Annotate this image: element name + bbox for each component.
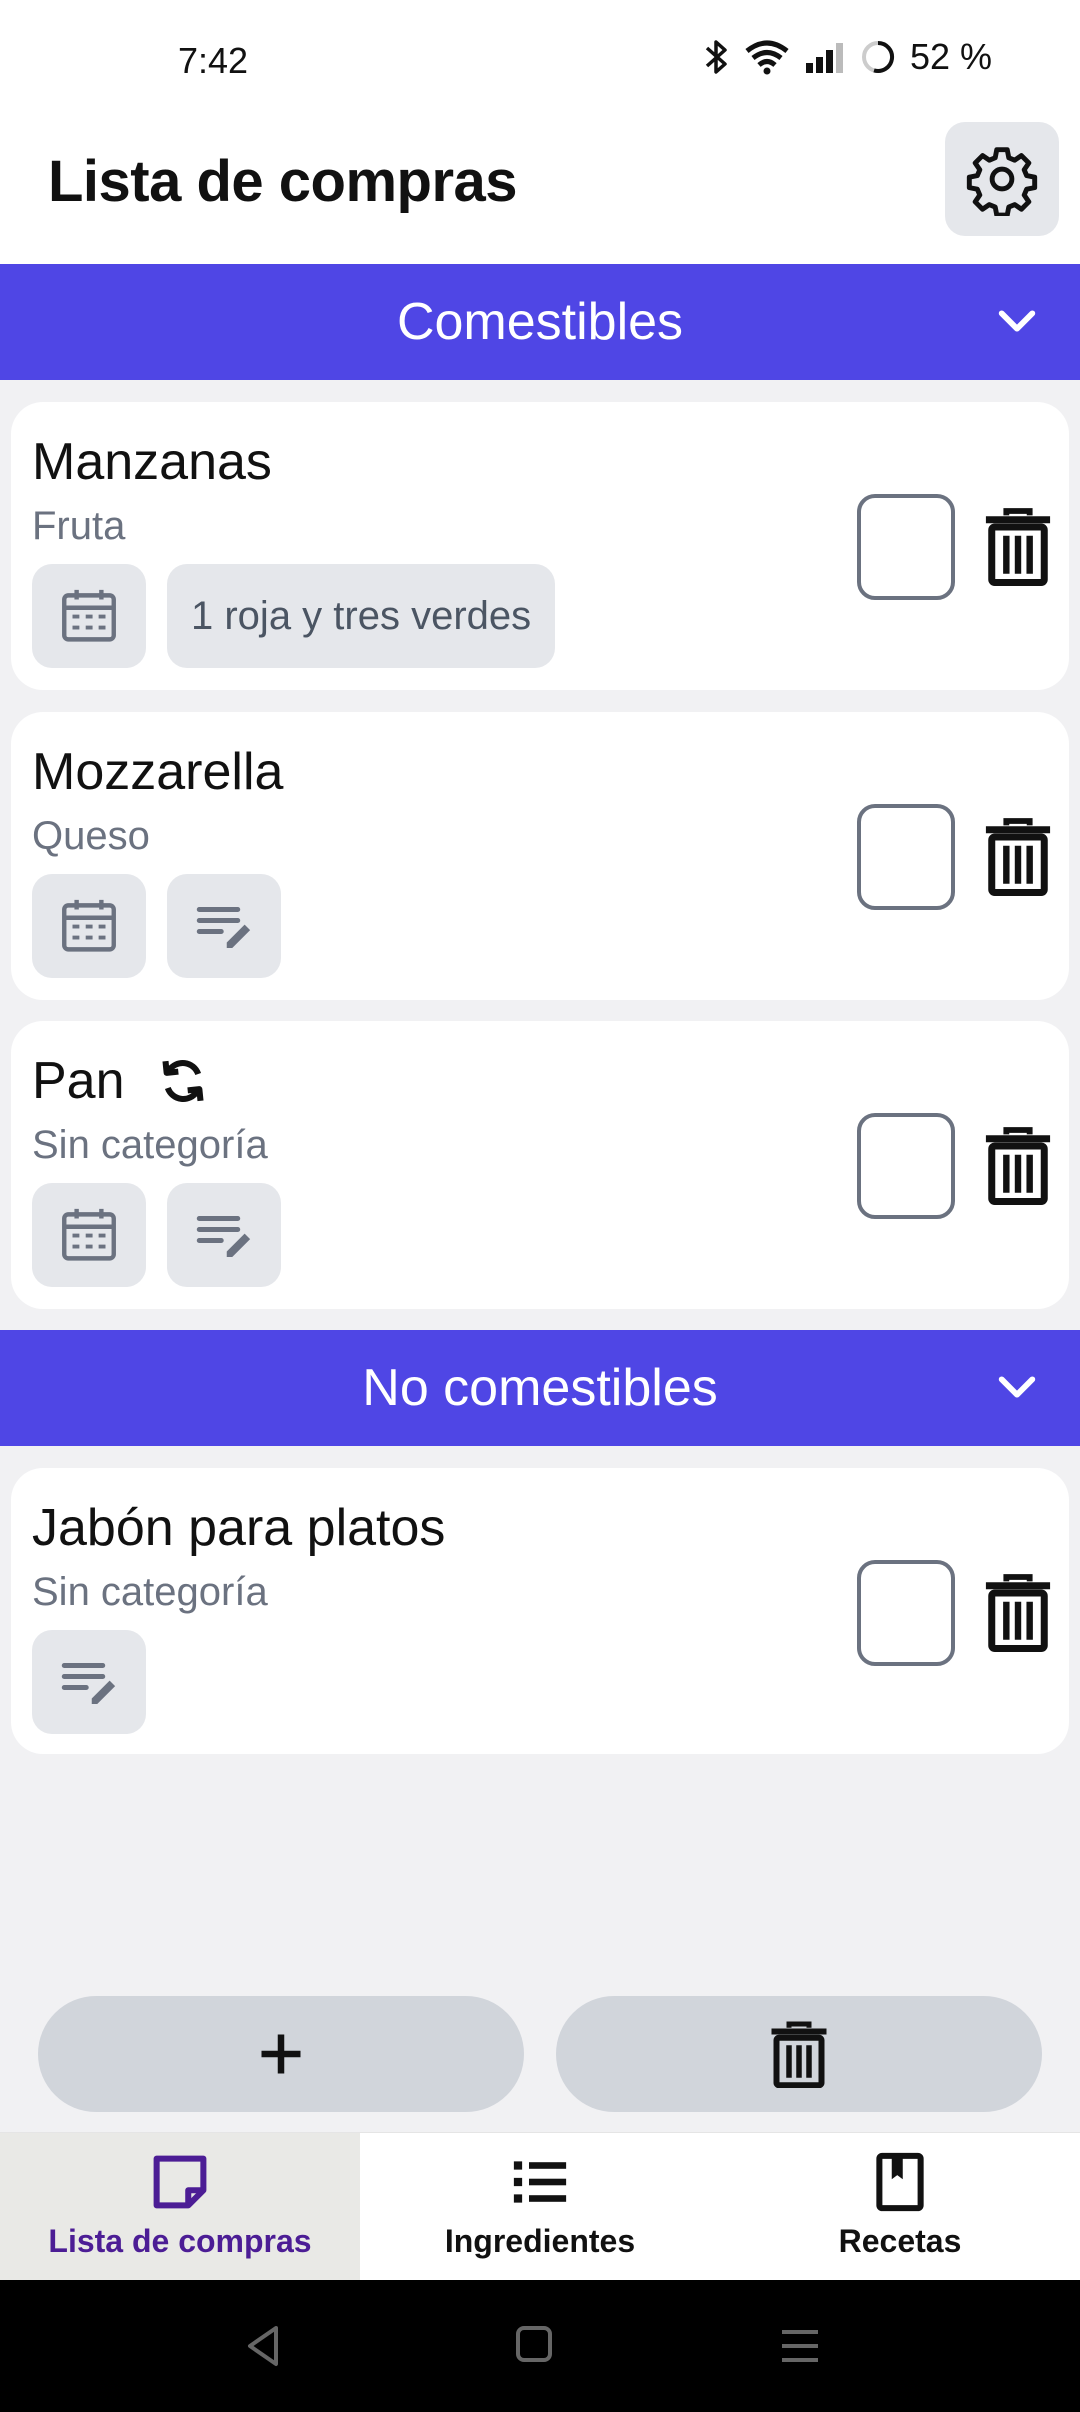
recurring-icon [162, 1059, 204, 1103]
trash-icon[interactable] [983, 506, 1053, 586]
home-icon[interactable] [514, 2324, 554, 2364]
edit-note-icon [196, 1216, 251, 1257]
battery-ring-icon [861, 40, 894, 73]
item-category: Queso [32, 814, 150, 858]
plus-icon [261, 2034, 301, 2074]
signal-icon [805, 43, 843, 73]
shopping-list-icon [153, 2155, 207, 2209]
list-item-manzanas[interactable]: Manzanas Fruta 1 roja y tres verdes [11, 402, 1069, 690]
item-name-row: Pan [32, 1051, 211, 1111]
calendar-icon [62, 589, 116, 642]
date-button[interactable] [32, 874, 146, 978]
item-name: Pan [32, 1052, 125, 1110]
edit-note-icon [196, 907, 251, 948]
note-chip[interactable]: 1 roja y tres verdes [167, 564, 556, 668]
back-icon[interactable] [244, 2324, 284, 2368]
edit-note-icon [61, 1663, 116, 1704]
status-bar: 7:42 52 % [0, 0, 1080, 120]
list-item-jabon-para-platos[interactable]: Jabón para platos Sin categoría [11, 1468, 1069, 1754]
wifi-icon [745, 40, 789, 75]
system-navigation-bar [0, 2280, 1080, 2412]
nav-item-ingredientes[interactable]: Ingredientes [360, 2133, 720, 2281]
edit-note-button[interactable] [167, 874, 281, 978]
edit-note-button[interactable] [167, 1183, 281, 1287]
item-checkbox[interactable] [857, 804, 955, 910]
recents-menu-icon[interactable] [780, 2326, 820, 2366]
item-checkbox[interactable] [857, 1560, 955, 1666]
nav-label: Lista de compras [48, 2223, 312, 2259]
status-time: 7:42 [178, 40, 249, 81]
delete-all-button[interactable] [556, 1996, 1042, 2112]
bottom-navigation: Lista de compras Ingredientes Recetas [0, 2132, 1080, 2281]
note-text: 1 roja y tres verdes [191, 593, 532, 638]
item-actions [32, 1183, 281, 1287]
item-name: Manzanas [32, 433, 272, 491]
app-bar: Lista de compras [0, 120, 1080, 264]
section-header-comestibles[interactable]: Comestibles [0, 264, 1080, 380]
trash-icon[interactable] [983, 1125, 1053, 1205]
item-actions [32, 1630, 146, 1734]
nav-label: Recetas [838, 2223, 962, 2259]
item-category: Fruta [32, 504, 126, 548]
trash-icon[interactable] [983, 816, 1053, 896]
trash-icon [771, 2021, 827, 2088]
edit-note-button[interactable] [32, 1630, 146, 1734]
item-name-row: Mozzarella [32, 742, 283, 802]
section-header-no-comestibles[interactable]: No comestibles [0, 1330, 1080, 1446]
section-title: No comestibles [362, 1359, 718, 1417]
list-item-mozzarella[interactable]: Mozzarella Queso [11, 712, 1069, 1000]
item-actions [32, 874, 281, 978]
item-category: Sin categoría [32, 1123, 268, 1167]
settings-button[interactable] [945, 122, 1059, 236]
chevron-down-icon[interactable] [994, 298, 1040, 344]
calendar-icon [62, 899, 116, 952]
nav-item-lista-de-compras[interactable]: Lista de compras [0, 2133, 360, 2281]
add-item-button[interactable] [38, 1996, 524, 2112]
nav-item-recetas[interactable]: Recetas [720, 2133, 1080, 2281]
battery-percent: 52 % [909, 36, 992, 77]
book-icon [876, 2152, 924, 2212]
item-category: Sin categoría [32, 1570, 268, 1614]
section-title: Comestibles [396, 293, 684, 351]
chevron-down-icon[interactable] [994, 1364, 1040, 1410]
calendar-icon [62, 1208, 116, 1261]
bluetooth-icon [705, 40, 727, 74]
list-icon [513, 2161, 567, 2203]
item-actions: 1 roja y tres verdes [32, 564, 556, 668]
item-name: Jabón para platos [32, 1499, 446, 1557]
item-name: Mozzarella [32, 743, 284, 801]
item-checkbox[interactable] [857, 1113, 955, 1219]
date-button[interactable] [32, 564, 146, 668]
trash-icon[interactable] [983, 1572, 1053, 1652]
item-name-row: Jabón para platos [32, 1498, 445, 1558]
item-checkbox[interactable] [857, 494, 955, 600]
nav-label: Ingredientes [444, 2223, 636, 2259]
date-button[interactable] [32, 1183, 146, 1287]
item-name-row: Manzanas [32, 432, 272, 492]
status-icons: 52 % [704, 36, 992, 78]
page-title: Lista de compras [48, 149, 518, 214]
gear-icon [966, 147, 1038, 216]
list-item-pan[interactable]: Pan Sin categoría [11, 1021, 1069, 1309]
